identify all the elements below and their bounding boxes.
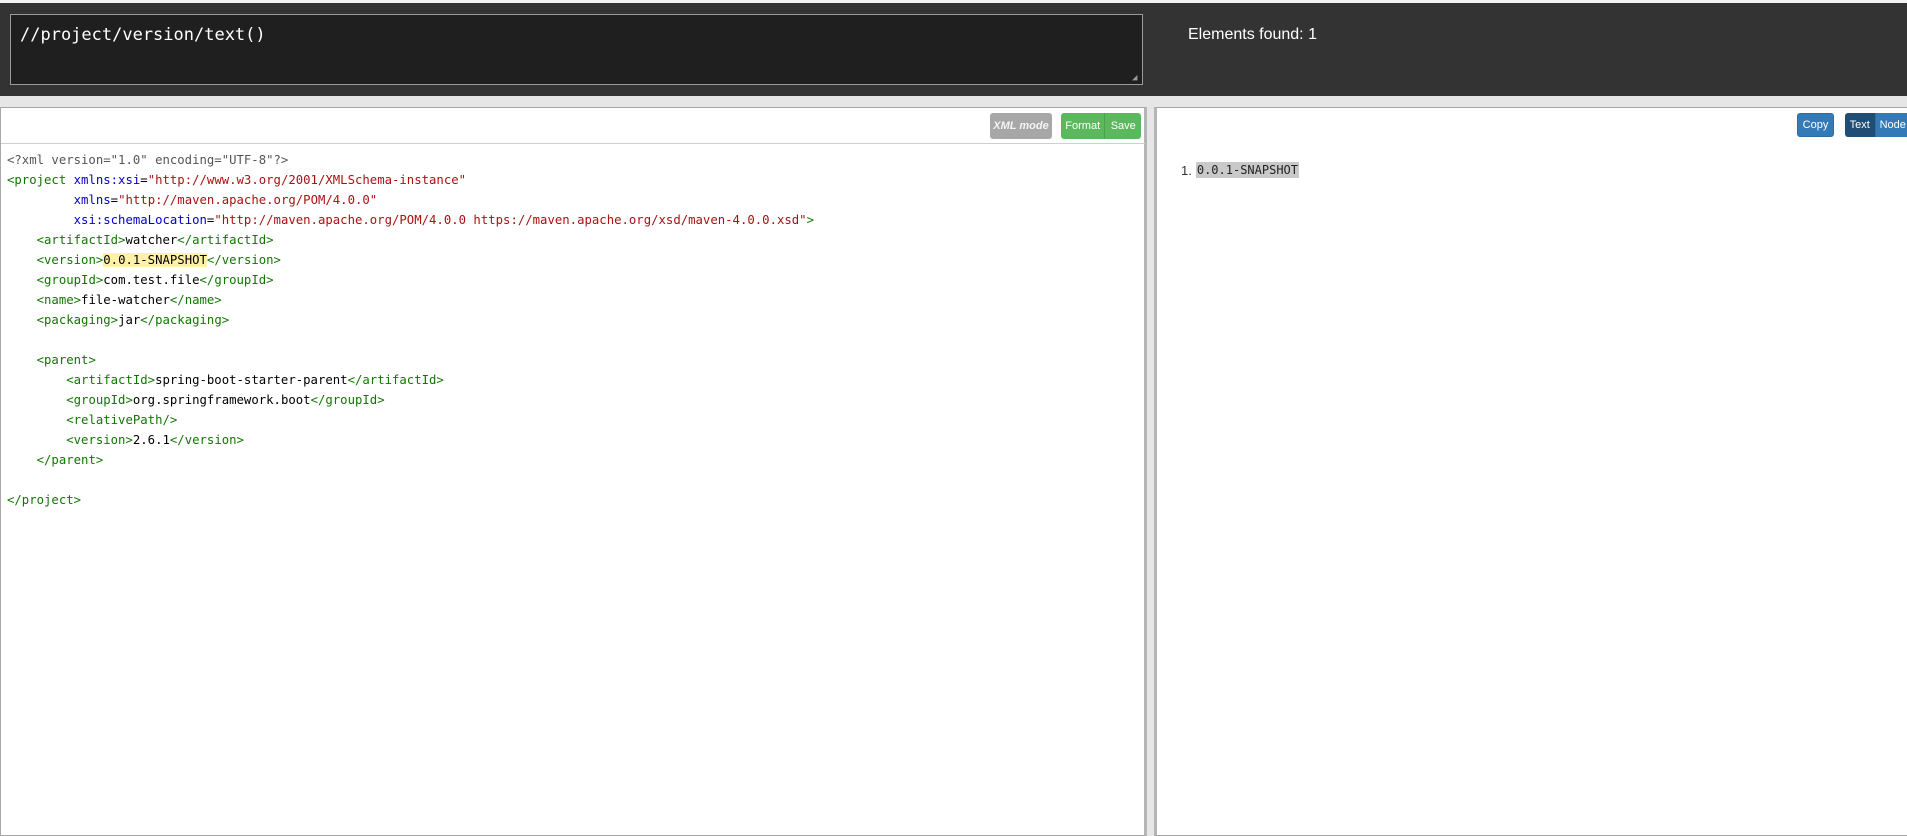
- elements-found-count: Elements found: 1: [1188, 26, 1317, 43]
- code-line-7: <groupId>com.test.file</groupId>: [7, 270, 814, 290]
- node-view-button[interactable]: Node: [1874, 113, 1907, 137]
- code-token: xsi:schemaLocation: [73, 213, 207, 227]
- resize-grip-icon[interactable]: ◢: [1132, 74, 1140, 83]
- code-token: spring-boot-starter-parent: [155, 373, 348, 387]
- xml-code-editor[interactable]: <?xml version="1.0" encoding="UTF-8"?> <p…: [7, 150, 814, 510]
- code-line-13: <groupId>org.springframework.boot</group…: [7, 390, 814, 410]
- results-list: 1. 0.0.1-SNAPSHOT: [1181, 162, 1299, 178]
- xml-editor-panel: XML mode Format Save <?xml version="1.0"…: [0, 107, 1147, 836]
- code-token: <relativePath/>: [66, 413, 178, 427]
- code-line-18: </project>: [7, 490, 814, 510]
- code-token: watcher: [125, 233, 178, 247]
- code-line-9: <packaging>jar</packaging>: [7, 310, 814, 330]
- result-index: 1.: [1181, 162, 1192, 178]
- code-line-14: <relativePath/>: [7, 410, 814, 430]
- code-token: <artifactId>: [36, 233, 126, 247]
- code-token: </project>: [7, 493, 82, 507]
- code-token: org.springframework.boot: [132, 393, 311, 407]
- xpath-header: //project/version/text() ◢ Elements found…: [0, 3, 1907, 96]
- code-token: </artifactId>: [347, 373, 444, 387]
- code-line-15: <version>2.6.1</version>: [7, 430, 814, 450]
- code-token: =: [110, 193, 119, 207]
- code-token: <artifactId>: [66, 373, 156, 387]
- code-line-16: </parent>: [7, 450, 814, 470]
- code-token: </version>: [169, 433, 244, 447]
- code-token: </groupId>: [310, 393, 385, 407]
- results-panel: Copy Text Node 1. 0.0.1-SNAPSHOT: [1154, 107, 1907, 836]
- code-line-11: <parent>: [7, 350, 814, 370]
- code-token: <?xml version="1.0" encoding="UTF-8"?>: [7, 153, 289, 167]
- text-node-toggle: Text Node: [1845, 113, 1907, 137]
- code-token: "http://maven.apache.org/POM/4.0.0": [118, 193, 378, 207]
- code-token: </version>: [206, 253, 281, 267]
- highlighted-match: 0.0.1-SNAPSHOT: [103, 253, 207, 267]
- code-token: =: [140, 173, 148, 187]
- code-token: jar: [118, 313, 141, 327]
- code-token: xmlns:xsi: [73, 173, 141, 187]
- code-token: </packaging>: [140, 313, 230, 327]
- code-token: </artifactId>: [177, 233, 274, 247]
- format-button[interactable]: Format: [1061, 113, 1106, 139]
- code-token: <name>: [36, 293, 82, 307]
- code-token: <project: [7, 173, 67, 187]
- code-token: <parent>: [36, 353, 96, 367]
- code-token: com.test.file: [103, 273, 200, 287]
- code-token: <groupId>: [66, 393, 133, 407]
- format-save-button-group: Format Save: [1061, 113, 1141, 139]
- code-token: <packaging>: [36, 313, 119, 327]
- code-line-6: <version>0.0.1-SNAPSHOT</version>: [7, 250, 814, 270]
- header-separator: [0, 96, 1907, 107]
- copy-button[interactable]: Copy: [1797, 113, 1834, 137]
- code-line-12: <artifactId>spring-boot-starter-parent</…: [7, 370, 814, 390]
- xpath-query-text[interactable]: //project/version/text(): [20, 25, 266, 45]
- result-value[interactable]: 0.0.1-SNAPSHOT: [1195, 162, 1299, 178]
- code-token: "http://maven.apache.org/POM/4.0.0 https…: [214, 213, 807, 227]
- code-line-4: xsi:schemaLocation="http://maven.apache.…: [7, 210, 814, 230]
- code-token: <version>: [66, 433, 133, 447]
- xml-mode-button[interactable]: XML mode: [990, 113, 1052, 139]
- text-view-button[interactable]: Text: [1845, 113, 1875, 137]
- result-item: 1. 0.0.1-SNAPSHOT: [1181, 162, 1299, 178]
- code-token: </name>: [169, 293, 222, 307]
- code-token: <groupId>: [36, 273, 104, 287]
- code-line-5: <artifactId>watcher</artifactId>: [7, 230, 814, 250]
- code-token: file-watcher: [81, 293, 170, 307]
- code-token: 2.6.1: [132, 433, 170, 447]
- code-line-2: <project xmlns:xsi="http://www.w3.org/20…: [7, 170, 814, 190]
- editor-divider: [1, 143, 1145, 144]
- code-token: xmlns: [73, 193, 111, 207]
- xpath-input[interactable]: //project/version/text() ◢: [10, 14, 1143, 85]
- save-button[interactable]: Save: [1105, 113, 1141, 139]
- code-line-1: <?xml version="1.0" encoding="UTF-8"?>: [7, 150, 814, 170]
- code-token: </parent>: [36, 453, 104, 467]
- code-token: >: [806, 213, 814, 227]
- code-token: </groupId>: [199, 273, 274, 287]
- code-line-8: <name>file-watcher</name>: [7, 290, 814, 310]
- code-token: <version>: [36, 253, 104, 267]
- code-token: "http://www.w3.org/2001/XMLSchema-instan…: [147, 173, 467, 187]
- code-line-3: xmlns="http://maven.apache.org/POM/4.0.0…: [7, 190, 814, 210]
